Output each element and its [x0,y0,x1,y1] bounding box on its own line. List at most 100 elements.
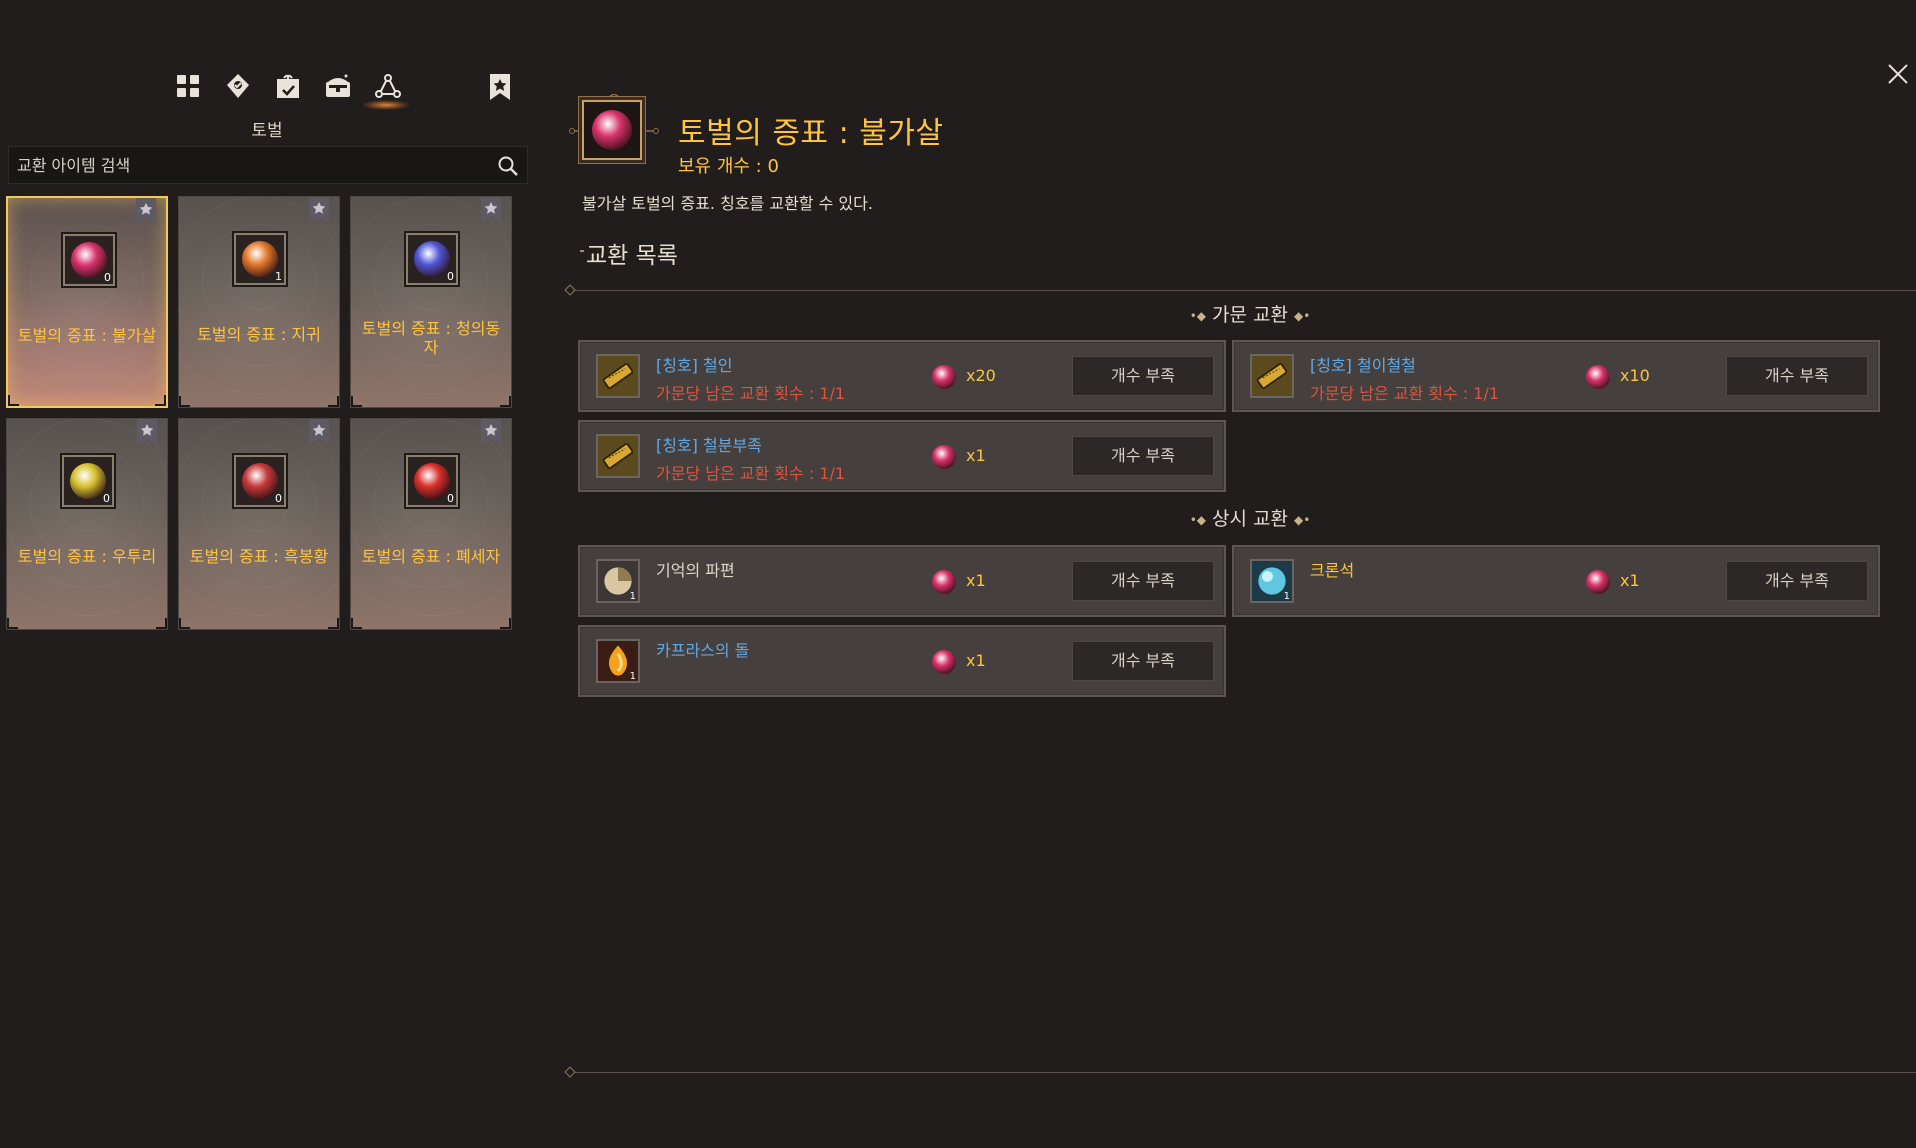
map-pin-icon[interactable] [222,70,254,102]
item-card[interactable]: 0 토벌의 증표 : 폐세자 [350,418,512,630]
exchange-row: [칭호] 철인가문당 남은 교환 횟수 : 1/1 x20 개수 부족 [578,340,1226,412]
exchange-cost: x10 [1586,364,1666,390]
selected-token-icon [568,94,660,168]
exchange-button[interactable]: 개수 부족 [1072,561,1214,601]
scroll-icon[interactable] [596,434,640,478]
item-description: 불가살 토벌의 증표. 칭호를 교환할 수 있다. [582,194,873,213]
exchange-item-name: 기억의 파편 [656,561,735,580]
cost-amount: x1 [1620,571,1640,590]
exchange-item-name: 카프라스의 돌 [656,641,750,660]
card-title: 토벌의 증표 : 불가살 [17,326,157,345]
favorite-star-icon[interactable] [135,419,159,445]
item-qty: 1 [629,591,636,602]
exchange-button[interactable]: 개수 부족 [1726,356,1868,396]
exchange-item-name: [칭호] 철인 [656,356,733,375]
exchange-cost: x1 [1586,569,1666,595]
section-title-family: •◆ 가문 교환 ◆• [1189,304,1311,326]
exchange-item-name: 크론석 [1310,561,1355,580]
caphras-stone-icon[interactable]: 1 [596,639,640,683]
bookmark-star-icon[interactable] [487,72,513,102]
cost-amount: x1 [966,651,986,670]
token-icon: 0 [234,455,286,507]
item-qty: 0 [103,492,110,505]
exchange-cost: x1 [932,649,1012,675]
token-cost-icon [932,365,956,389]
token-icon: 0 [406,455,458,507]
exchange-row: [칭호] 철이철철가문당 남은 교환 횟수 : 1/1 x10 개수 부족 [1232,340,1880,412]
favorite-star-icon[interactable] [479,419,503,445]
exchange-list-label: 교환 목록 [586,243,678,269]
exchange-limit: 가문당 남은 교환 횟수 : 1/1 [656,384,846,403]
exchange-button[interactable]: 개수 부족 [1072,436,1214,476]
item-qty: 1 [275,270,282,283]
cost-amount: x1 [966,446,986,465]
item-card[interactable]: 0 토벌의 증표 : 흑봉황 [178,418,340,630]
detail-title: 토벌의 증표 : 불가살 [678,116,944,151]
exchange-cost: x1 [932,444,1012,470]
exchange-limit: 가문당 남은 교환 횟수 : 1/1 [1310,384,1500,403]
item-qty: 1 [1283,591,1290,602]
memory-shard-icon[interactable]: 1 [596,559,640,603]
exchange-limit: 가문당 남은 교환 횟수 : 1/1 [656,464,846,483]
cost-amount: x1 [966,571,986,590]
exchange-row: 1 카프라스의 돌 x1 개수 부족 [578,625,1226,697]
token-icon: 1 [234,233,286,285]
item-card[interactable]: 0 토벌의 증표 : 우투리 [6,418,168,630]
token-cost-icon [932,650,956,674]
exchange-row: 1 기억의 파편 x1 개수 부족 [578,545,1226,617]
cron-stone-icon[interactable]: 1 [1250,559,1294,603]
favorite-star-icon[interactable] [134,198,158,224]
item-qty: 1 [629,671,636,682]
item-qty: 0 [104,271,111,284]
section-label: 가문 교환 [1212,304,1288,326]
item-card[interactable]: 1 토벌의 증표 : 지귀 [178,196,340,408]
section-title-regular: •◆ 상시 교환 ◆• [1189,508,1311,530]
item-card[interactable]: 0 토벌의 증표 : 불가살 [6,196,168,408]
search-input[interactable] [17,147,487,183]
cost-amount: x10 [1620,366,1650,385]
token-icon: 0 [62,455,114,507]
divider [564,284,1916,296]
favorite-star-icon[interactable] [307,197,331,223]
token-cost-icon [1586,570,1610,594]
exchange-cost: x20 [932,364,1012,390]
exchange-button[interactable]: 개수 부족 [1072,641,1214,681]
close-icon[interactable] [1886,62,1910,86]
divider [564,1066,1916,1078]
category-label: 토벌 [251,121,283,141]
item-qty: 0 [447,492,454,505]
exchange-button[interactable]: 개수 부족 [1726,561,1868,601]
exchange-item-name: [칭호] 철이철철 [1310,356,1416,375]
exchange-row: 1 크론석 x1 개수 부족 [1232,545,1880,617]
favorite-star-icon[interactable] [479,197,503,223]
favorite-star-icon[interactable] [307,419,331,445]
exchange-row: [칭호] 철분부족가문당 남은 교환 횟수 : 1/1 x1 개수 부족 [578,420,1226,492]
search-box [8,146,528,184]
token-cost-icon [1586,365,1610,389]
network-icon[interactable] [372,70,404,102]
exchange-cost: x1 [932,569,1012,595]
token-cost-icon [932,445,956,469]
item-card[interactable]: 0 토벌의 증표 : 청의동자 [350,196,512,408]
card-title: 토벌의 증표 : 지귀 [197,325,321,344]
card-title: 토벌의 증표 : 우투리 [17,547,157,566]
token-icon: 0 [406,233,458,285]
card-title: 토벌의 증표 : 흑봉황 [189,547,329,566]
section-label: 상시 교환 [1212,508,1288,530]
scroll-icon[interactable] [1250,354,1294,398]
search-icon[interactable] [497,155,519,177]
item-qty: 0 [447,270,454,283]
owned-count: 보유 개수 : 0 [678,156,779,177]
token-icon: 0 [63,234,115,286]
category-tabs [172,70,512,116]
grid-icon[interactable] [172,70,204,102]
cost-amount: x20 [966,366,996,385]
exchange-button[interactable]: 개수 부족 [1072,356,1214,396]
token-cost-icon [932,570,956,594]
chest-icon[interactable] [322,70,354,102]
scroll-icon[interactable] [596,354,640,398]
item-qty: 0 [275,492,282,505]
gift-icon[interactable] [272,70,304,102]
active-tab-indicator [362,100,410,110]
exchange-item-name: [칭호] 철분부족 [656,436,762,455]
